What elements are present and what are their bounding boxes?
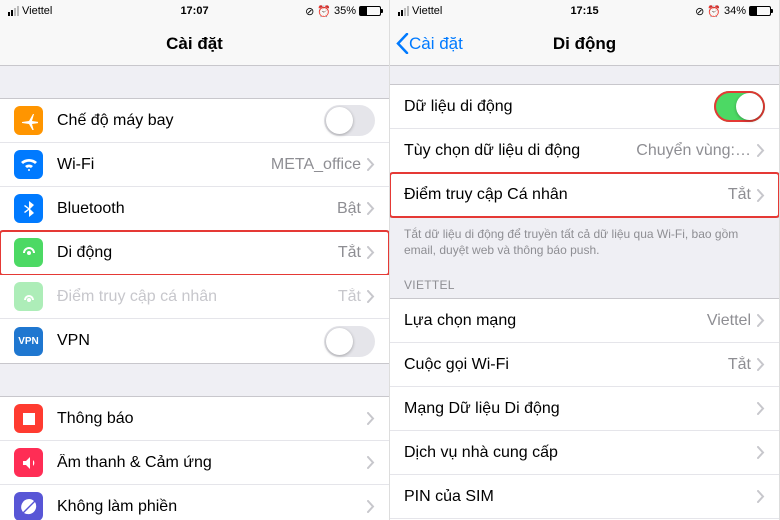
row-label: Bluetooth: [57, 200, 337, 218]
airplane-icon: [14, 106, 43, 135]
chevron-right-icon: [367, 246, 375, 259]
status-bar: Viettel 17:15 ⊘ ⏰ 34%: [390, 0, 779, 22]
chevron-right-icon: [367, 412, 375, 425]
row-value: Viettel: [707, 312, 751, 330]
row-label: Dữ liệu di động: [404, 98, 714, 116]
back-button[interactable]: Cài đặt: [390, 33, 463, 54]
battery-icon: [359, 6, 381, 16]
row-label: Điểm truy cập cá nhân: [57, 288, 338, 306]
battery-percent: 35%: [334, 5, 356, 17]
clock: 17:15: [570, 5, 598, 17]
row-value: Tắt: [338, 244, 361, 262]
dnd-icon: [14, 492, 43, 520]
settings-screen: Viettel 17:07 ⊘ ⏰ 35% Cài đặt Chế độ máy…: [0, 0, 390, 520]
bluetooth-icon: [14, 194, 43, 223]
row-label: Tùy chọn dữ liệu di động: [404, 142, 636, 160]
carrier-label: Viettel: [22, 5, 52, 17]
chevron-right-icon: [367, 456, 375, 469]
battery-icon: [749, 6, 771, 16]
row-carrier-services[interactable]: Dịch vụ nhà cung cấp: [390, 431, 779, 475]
hotspot-icon: [14, 282, 43, 311]
row-label: Cuộc gọi Wi-Fi: [404, 356, 728, 374]
wifi-icon: [14, 150, 43, 179]
row-value: Bật: [337, 200, 361, 218]
row-hotspot[interactable]: Điểm truy cập cá nhânTắt: [0, 275, 389, 319]
row-cellular[interactable]: Di độngTắt: [0, 231, 389, 275]
alarm-icon: ⏰: [317, 5, 331, 18]
row-value: Chuyển vùng:…: [636, 142, 751, 160]
alarm-icon: ⏰: [707, 5, 721, 18]
row-label: Âm thanh & Cảm ứng: [57, 454, 367, 472]
section-header-carrier: VIETTEL: [390, 262, 779, 298]
clock: 17:07: [180, 5, 208, 17]
row-cell-options[interactable]: Tùy chọn dữ liệu di độngChuyển vùng:…: [390, 129, 779, 173]
sounds-icon: [14, 448, 43, 477]
back-label: Cài đặt: [409, 34, 463, 54]
row-label: PIN của SIM: [404, 488, 757, 506]
row-value: Tắt: [338, 288, 361, 306]
lock-icon: ⊘: [305, 5, 314, 18]
row-label: Dịch vụ nhà cung cấp: [404, 444, 757, 462]
status-bar: Viettel 17:07 ⊘ ⏰ 35%: [0, 0, 389, 22]
row-wifi[interactable]: Wi-FiMETA_office: [0, 143, 389, 187]
cellular-icon: [14, 238, 43, 267]
row-label: VPN: [57, 332, 324, 350]
row-label: Wi-Fi: [57, 156, 271, 174]
row-carrier-select[interactable]: Lựa chọn mạngViettel: [390, 299, 779, 343]
row-bluetooth[interactable]: BluetoothBật: [0, 187, 389, 231]
lock-icon: ⊘: [695, 5, 704, 18]
row-label: Không làm phiền: [57, 498, 367, 516]
row-label: Thông báo: [57, 410, 367, 428]
row-label: Điểm truy cập Cá nhân: [404, 186, 728, 204]
chevron-right-icon: [367, 500, 375, 513]
chevron-right-icon: [757, 144, 765, 157]
cellular-screen: Viettel 17:15 ⊘ ⏰ 34% Cài đặt Di động Dữ…: [390, 0, 780, 520]
row-label: Di động: [57, 244, 338, 262]
chevron-right-icon: [367, 290, 375, 303]
row-sounds[interactable]: Âm thanh & Cảm ứng: [0, 441, 389, 485]
chevron-right-icon: [757, 446, 765, 459]
signal-icon: [398, 6, 409, 16]
row-vpn[interactable]: VPN VPN: [0, 319, 389, 363]
chevron-right-icon: [367, 202, 375, 215]
row-sim-pin[interactable]: PIN của SIM: [390, 475, 779, 519]
cellular-list[interactable]: Dữ liệu di độngTùy chọn dữ liệu di độngC…: [390, 66, 779, 520]
row-dnd[interactable]: Không làm phiền: [0, 485, 389, 520]
row-value: Tắt: [728, 356, 751, 374]
battery-percent: 34%: [724, 5, 746, 17]
toggle-switch[interactable]: [714, 91, 765, 122]
toggle-switch[interactable]: [324, 326, 375, 357]
row-wifi-calling[interactable]: Cuộc gọi Wi-FiTắt: [390, 343, 779, 387]
row-label: Lựa chọn mạng: [404, 312, 707, 330]
chevron-left-icon: [396, 33, 409, 54]
chevron-right-icon: [757, 314, 765, 327]
row-value: Tắt: [728, 186, 751, 204]
chevron-right-icon: [757, 189, 765, 202]
chevron-right-icon: [757, 402, 765, 415]
row-label: Mạng Dữ liệu Di động: [404, 400, 757, 418]
chevron-right-icon: [757, 358, 765, 371]
row-personal-hotspot[interactable]: Điểm truy cập Cá nhânTắt: [390, 173, 779, 217]
row-label: Chế độ máy bay: [57, 112, 324, 130]
nav-bar: Cài đặt Di động: [390, 22, 779, 66]
nav-bar: Cài đặt: [0, 22, 389, 66]
row-airplane[interactable]: Chế độ máy bay: [0, 99, 389, 143]
toggle-switch[interactable]: [324, 105, 375, 136]
chevron-right-icon: [757, 490, 765, 503]
settings-list[interactable]: Chế độ máy bayWi-FiMETA_officeBluetoothB…: [0, 66, 389, 520]
signal-icon: [8, 6, 19, 16]
notifications-icon: [14, 404, 43, 433]
page-title: Cài đặt: [0, 34, 389, 54]
row-cell-network[interactable]: Mạng Dữ liệu Di động: [390, 387, 779, 431]
row-value: META_office: [271, 156, 361, 174]
row-notifications[interactable]: Thông báo: [0, 397, 389, 441]
vpn-icon: VPN: [14, 327, 43, 356]
cellular-footnote: Tắt dữ liệu di động để truyền tất cả dữ …: [390, 218, 779, 262]
row-cell-data[interactable]: Dữ liệu di động: [390, 85, 779, 129]
carrier-label: Viettel: [412, 5, 442, 17]
chevron-right-icon: [367, 158, 375, 171]
